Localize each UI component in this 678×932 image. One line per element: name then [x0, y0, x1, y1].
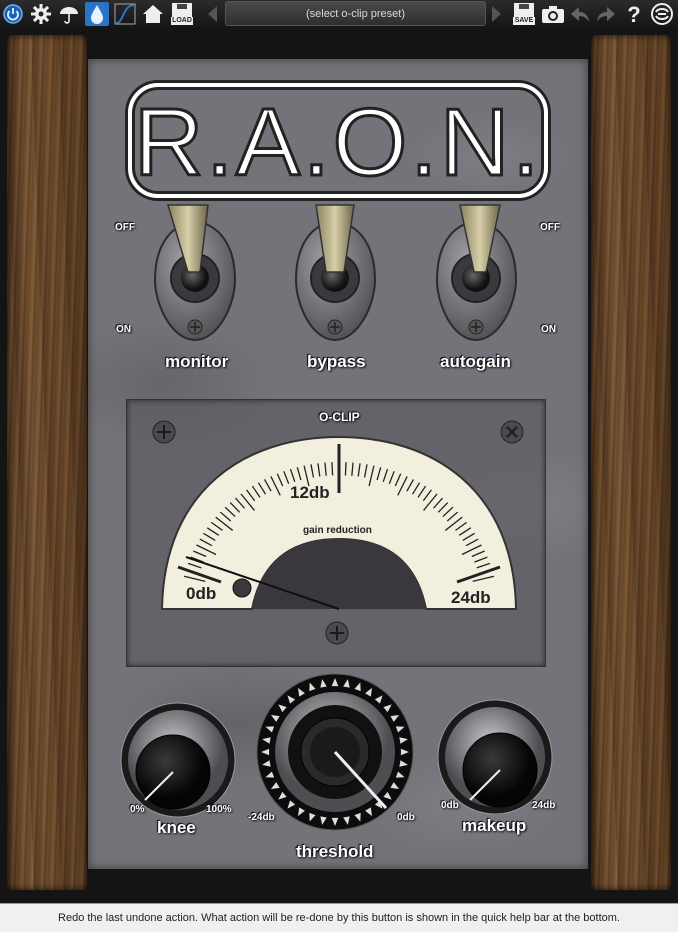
knob-graphics [120, 673, 553, 831]
makeup-min-label: 0db [441, 800, 459, 811]
makeup-max-label: 24db [532, 800, 556, 811]
threshold-knob[interactable] [256, 673, 414, 831]
knee-label: knee [157, 818, 196, 837]
threshold-label: threshold [296, 842, 374, 861]
makeup-label: makeup [462, 816, 527, 835]
knee-knob[interactable] [120, 702, 236, 818]
threshold-max-label: 0db [397, 812, 415, 823]
status-text: Redo the last undone action. What action… [58, 912, 620, 924]
knee-min-label: 0% [130, 804, 145, 815]
status-bar: Redo the last undone action. What action… [0, 903, 678, 932]
knee-max-label: 100% [206, 804, 232, 815]
makeup-knob[interactable] [437, 699, 553, 815]
threshold-min-label: -24db [248, 812, 275, 823]
